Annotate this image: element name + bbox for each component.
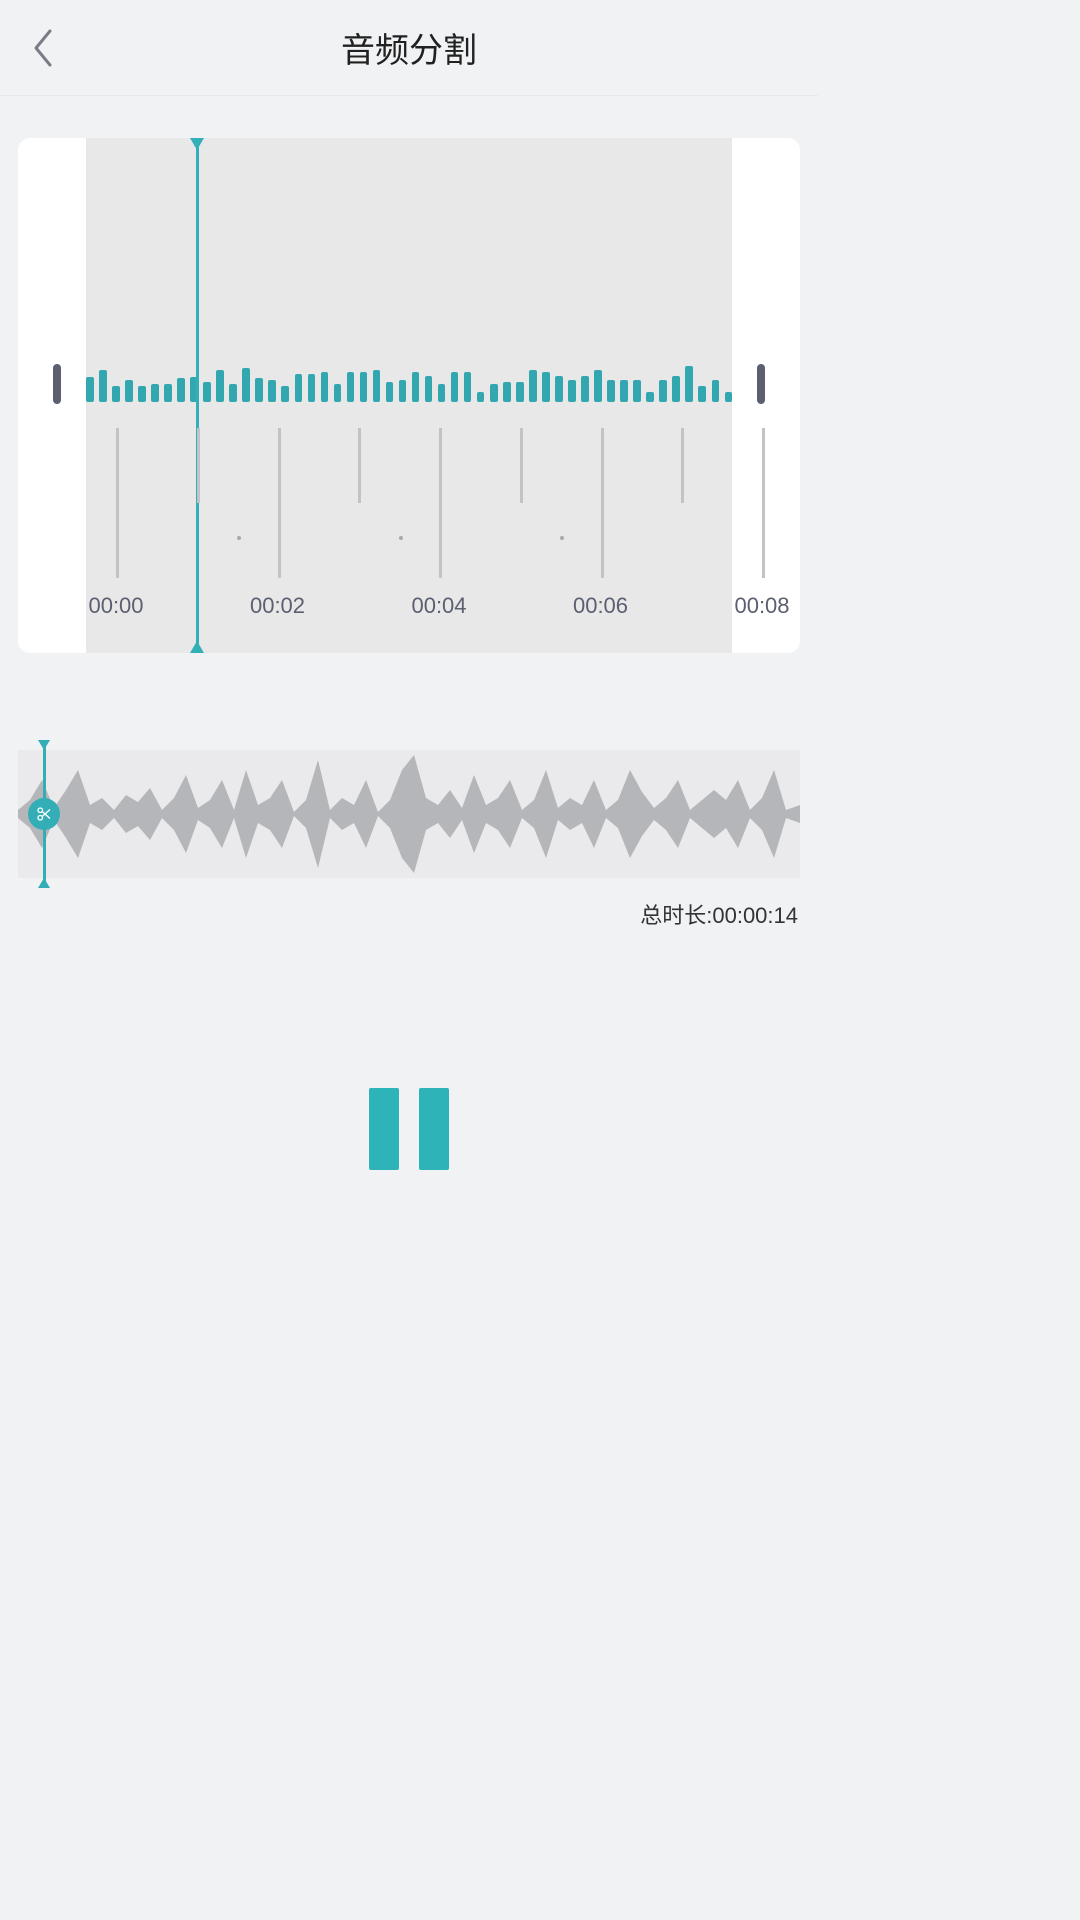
app-header: 音频分割 xyxy=(0,0,818,96)
wave-bar xyxy=(490,384,498,402)
wave-bar xyxy=(438,384,446,402)
wave-bar xyxy=(386,382,394,402)
ruler-tick-major xyxy=(439,428,442,578)
waveform-overview[interactable] xyxy=(18,750,800,878)
wave-bar xyxy=(712,380,720,402)
wave-bar xyxy=(542,372,550,402)
wave-bar xyxy=(360,372,368,402)
wave-bar xyxy=(568,380,576,402)
time-labels-row: 00:0000:0200:0400:0600:08 xyxy=(86,593,732,623)
wave-bar xyxy=(295,374,303,402)
ruler-tick-minor xyxy=(197,428,200,503)
time-label: 00:06 xyxy=(573,593,628,619)
wave-bar xyxy=(125,380,133,402)
waveform-detail xyxy=(86,366,732,402)
time-label: 00:08 xyxy=(734,593,789,619)
time-label: 00:02 xyxy=(250,593,305,619)
time-ruler xyxy=(86,428,732,593)
ruler-tick-minor xyxy=(681,428,684,503)
wave-bar xyxy=(725,392,733,402)
wave-bar xyxy=(529,370,537,402)
ruler-tick-minor xyxy=(358,428,361,503)
wave-bar xyxy=(373,370,381,402)
wave-bar xyxy=(399,380,407,402)
total-duration-label: 总时长:00:00:14 xyxy=(640,898,798,930)
wave-bar xyxy=(464,372,472,402)
ruler-tick-major xyxy=(278,428,281,578)
ruler-tick-major xyxy=(762,428,765,578)
pause-icon-bar xyxy=(419,1088,449,1170)
wave-bar xyxy=(216,370,224,402)
wave-bar xyxy=(112,386,120,402)
wave-bar xyxy=(347,372,355,402)
wave-bar xyxy=(268,380,276,402)
time-label: 00:04 xyxy=(411,593,466,619)
editor-track-area[interactable]: 00:0000:0200:0400:0600:08 xyxy=(86,138,732,653)
wave-bar xyxy=(516,382,524,402)
wave-bar xyxy=(698,386,706,402)
ruler-tick-minor xyxy=(520,428,523,503)
overview-waveform-svg xyxy=(18,750,800,878)
wave-bar xyxy=(646,392,654,402)
wave-bar xyxy=(229,384,237,402)
wave-bar xyxy=(151,384,159,402)
ruler-tick-dot xyxy=(399,536,403,540)
wave-bar xyxy=(425,376,433,402)
wave-bar xyxy=(321,372,329,402)
wave-bar xyxy=(138,386,146,402)
wave-bar xyxy=(412,372,420,402)
pause-button[interactable] xyxy=(369,1088,449,1170)
ruler-tick-major xyxy=(116,428,119,578)
wave-bar xyxy=(451,372,459,402)
wave-bar xyxy=(334,384,342,402)
wave-bar xyxy=(672,376,680,402)
duration-value: 00:00:14 xyxy=(712,903,798,928)
back-icon[interactable] xyxy=(30,27,54,69)
trim-handle-end[interactable] xyxy=(757,364,765,404)
ruler-tick-major xyxy=(601,428,604,578)
wave-bar xyxy=(620,380,628,402)
wave-bar xyxy=(581,376,589,402)
wave-bar xyxy=(659,380,667,402)
wave-bar xyxy=(633,380,641,402)
split-marker-handle[interactable] xyxy=(28,798,60,830)
wave-bar xyxy=(99,370,107,402)
pause-icon-bar xyxy=(369,1088,399,1170)
wave-bar xyxy=(503,382,511,402)
wave-bar xyxy=(308,374,316,402)
wave-bar xyxy=(255,378,263,402)
duration-prefix: 总时长: xyxy=(640,903,712,928)
page-title: 音频分割 xyxy=(0,23,818,72)
wave-bar xyxy=(242,368,250,402)
wave-bar xyxy=(281,386,289,402)
wave-bar xyxy=(86,377,94,402)
wave-bar xyxy=(594,370,602,402)
wave-bar xyxy=(477,392,485,402)
scissors-icon xyxy=(35,805,53,823)
wave-bar xyxy=(164,384,172,402)
wave-bar xyxy=(203,382,211,402)
time-label: 00:00 xyxy=(88,593,143,619)
audio-editor-panel: 00:00 00:02 00:04 00:06 00:08 xyxy=(18,138,800,653)
ruler-tick-dot xyxy=(237,536,241,540)
wave-bar xyxy=(607,380,615,402)
wave-bar xyxy=(685,366,693,402)
trim-handle-start[interactable] xyxy=(53,364,61,404)
ruler-tick-dot xyxy=(560,536,564,540)
wave-bar xyxy=(177,378,185,402)
wave-bar xyxy=(555,376,563,402)
